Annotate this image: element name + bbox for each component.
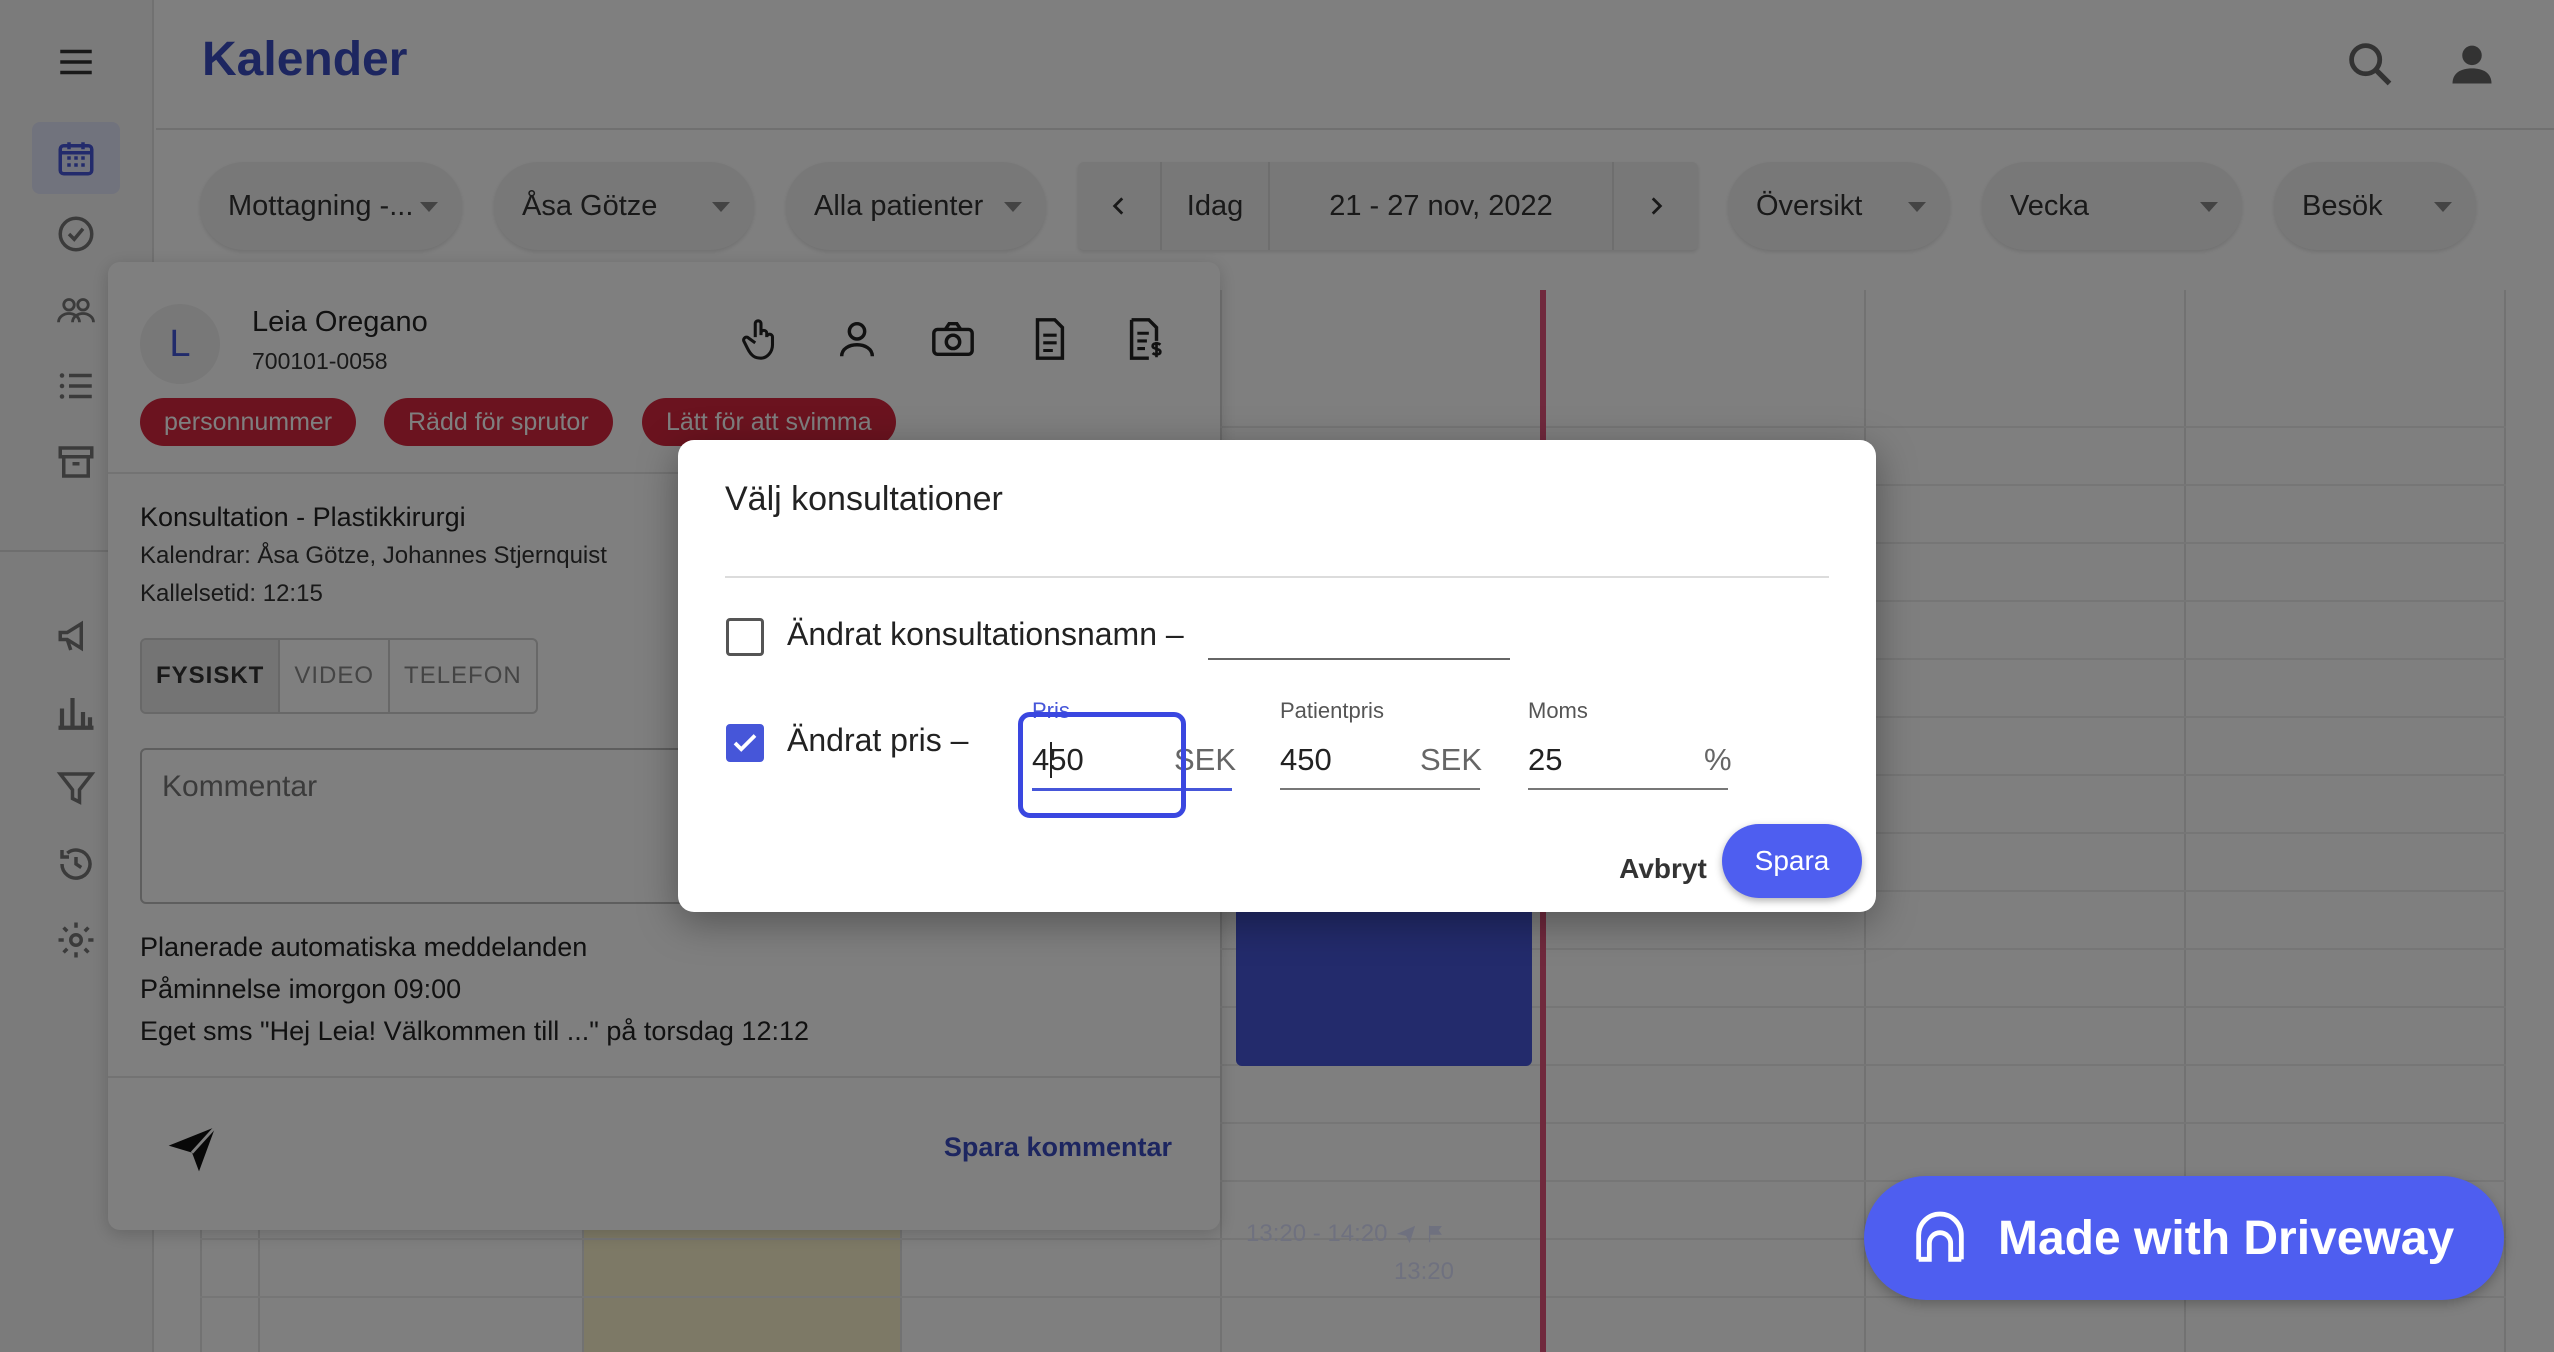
check-icon [733, 734, 757, 752]
changed-name-checkbox[interactable] [726, 618, 764, 656]
select-consultations-dialog: Välj konsultationer Ändrat konsultations… [678, 440, 1876, 912]
vat-percent: % [1704, 742, 1732, 777]
changed-price-label: Ändrat pris – [787, 722, 969, 758]
price-focus-ring [1018, 712, 1186, 818]
patient-price-currency: SEK [1420, 742, 1483, 777]
vat-underline [1528, 788, 1728, 790]
save-button[interactable]: Spara [1722, 824, 1862, 898]
vat-label: Moms [1528, 698, 1588, 723]
vat-input[interactable]: 25 [1528, 742, 1562, 778]
cancel-button[interactable]: Avbryt [1588, 832, 1738, 906]
patient-price-underline [1280, 788, 1480, 790]
divider [725, 576, 1829, 578]
made-with-driveway-badge[interactable]: Made with Driveway [1864, 1176, 2504, 1300]
dialog-title: Välj konsultationer [725, 480, 1003, 518]
changed-name-input[interactable] [1208, 658, 1510, 660]
badge-text: Made with Driveway [1998, 1211, 2455, 1265]
patient-price-label: Patientpris [1280, 698, 1384, 723]
changed-name-label: Ändrat konsultationsnamn – [787, 616, 1184, 652]
driveway-logo-icon [1916, 1211, 1964, 1262]
patient-price-input[interactable]: 450 [1280, 742, 1332, 778]
changed-price-checkbox[interactable] [726, 724, 764, 762]
